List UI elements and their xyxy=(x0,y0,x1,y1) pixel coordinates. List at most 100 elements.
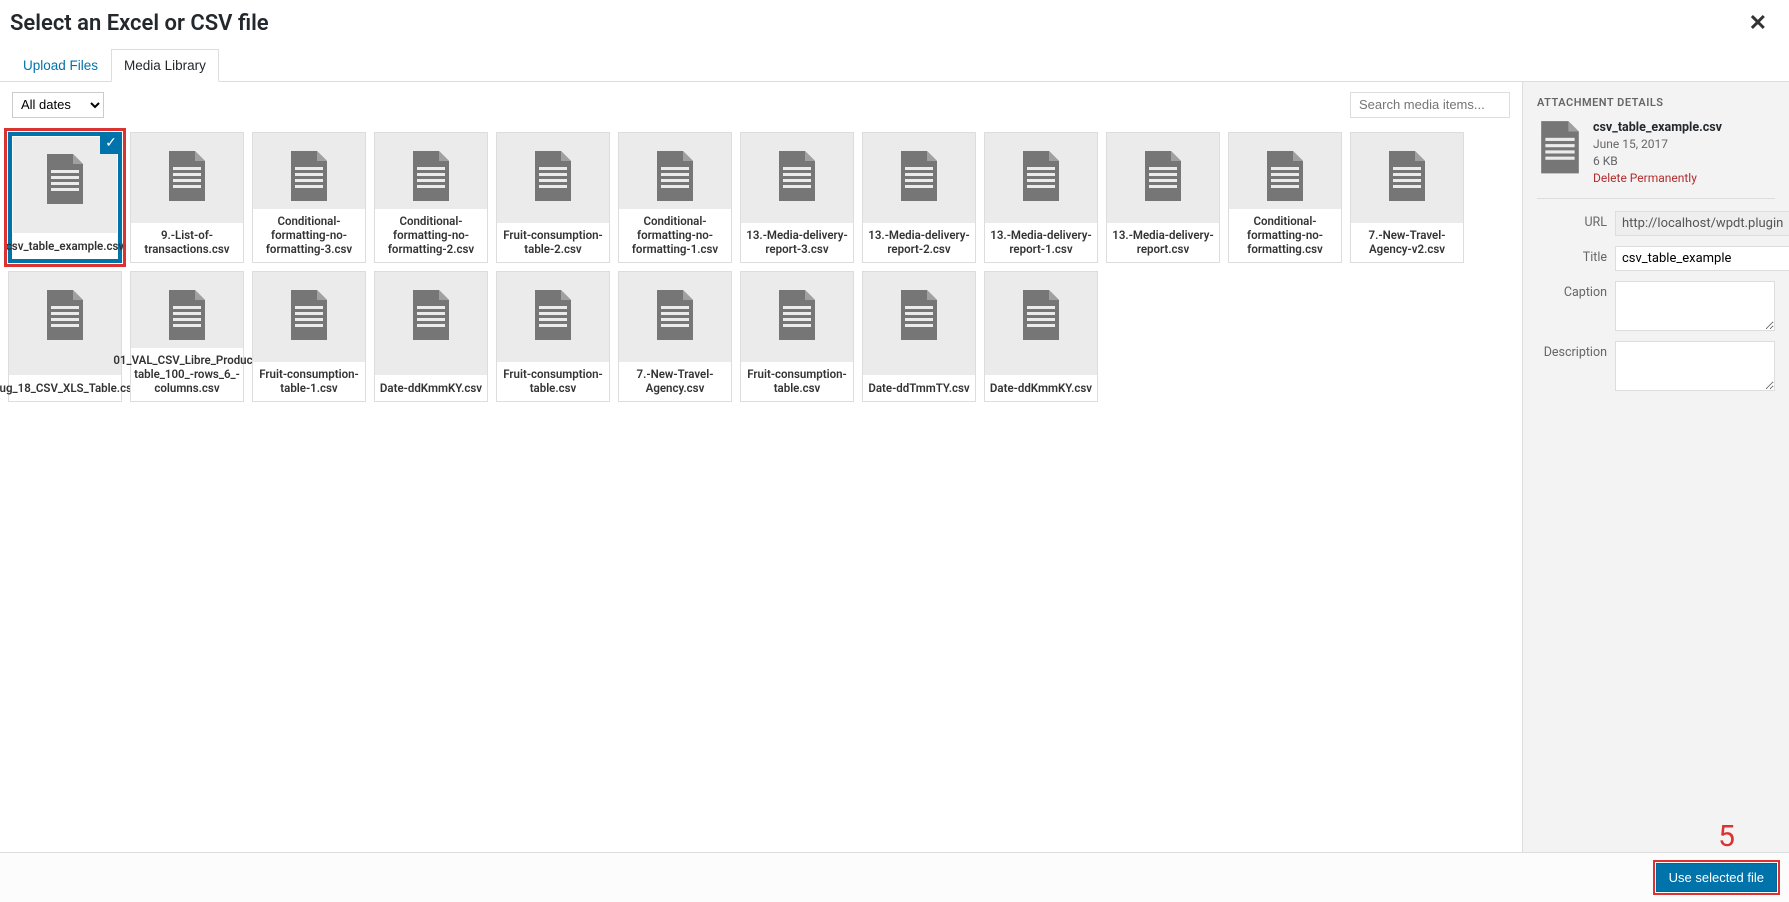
document-icon xyxy=(43,152,87,206)
caption-field[interactable] xyxy=(1615,281,1775,331)
document-icon xyxy=(1537,119,1583,175)
item-filename: 13.-Media-delivery-report.csv xyxy=(1107,223,1219,262)
item-icon-wrap xyxy=(375,133,487,209)
use-selected-file-button[interactable]: Use selected file xyxy=(1656,863,1777,892)
item-filename: Date-ddTmmTY.csv xyxy=(863,375,975,401)
description-field[interactable] xyxy=(1615,341,1775,391)
document-icon xyxy=(1385,149,1429,203)
media-item[interactable]: Date-ddKmmKY.csv xyxy=(374,271,488,402)
item-filename: 13.-Media-delivery-report-1.csv xyxy=(985,223,1097,262)
media-item[interactable]: Fruit-consumption-table.csv xyxy=(740,271,854,402)
media-item[interactable]: Conditional-formatting-no-formatting-1.c… xyxy=(618,132,732,263)
item-filename: 13.-Media-delivery-report-3.csv xyxy=(741,223,853,262)
item-filename: Conditional-formatting-no-formatting-1.c… xyxy=(619,209,731,262)
media-item[interactable]: Date-ddTmmTY.csv xyxy=(862,271,976,402)
media-item[interactable]: 7.-New-Travel-Agency.csv xyxy=(618,271,732,402)
tab-bar: Upload Files Media Library xyxy=(0,49,1789,82)
item-filename: 13.-Media-delivery-report-2.csv xyxy=(863,223,975,262)
media-item[interactable]: Fruit-consumption-table-1.csv xyxy=(252,271,366,402)
item-icon-wrap xyxy=(253,133,365,209)
document-icon xyxy=(409,149,453,203)
item-icon-wrap xyxy=(863,272,975,348)
item-icon-wrap xyxy=(1107,133,1219,209)
media-item[interactable]: Conditional-formatting-no-formatting.csv xyxy=(1228,132,1342,263)
item-filename: 9.-List-of-transactions.csv xyxy=(131,223,243,262)
url-field[interactable] xyxy=(1615,211,1789,236)
item-icon-wrap xyxy=(9,272,121,348)
document-icon xyxy=(43,288,87,342)
media-item[interactable]: ✓ csv_table_example.csv xyxy=(8,132,122,263)
document-icon xyxy=(653,288,697,342)
item-icon-wrap xyxy=(985,133,1097,209)
item-icon-wrap xyxy=(497,133,609,209)
item-icon-wrap xyxy=(619,133,731,209)
document-icon xyxy=(1263,149,1307,203)
item-filename: 7.-New-Travel-Agency-v2.csv xyxy=(1351,223,1463,262)
item-icon-wrap xyxy=(1351,133,1463,209)
tab-media-library[interactable]: Media Library xyxy=(111,49,219,82)
media-item[interactable]: Date-ddKmmKY.csv xyxy=(984,271,1098,402)
item-filename: Fruit-consumption-table-1.csv xyxy=(253,362,365,401)
annotation-number: 5 xyxy=(1718,819,1735,854)
attachment-thumb xyxy=(1537,119,1583,175)
item-icon-wrap xyxy=(619,272,731,348)
search-input[interactable] xyxy=(1350,92,1510,118)
document-icon xyxy=(531,149,575,203)
media-item[interactable]: 9.-List-of-transactions.csv xyxy=(130,132,244,263)
document-icon xyxy=(287,288,331,342)
date-filter-select[interactable]: All dates xyxy=(12,92,104,118)
media-item[interactable]: Fruit-consumption-table.csv xyxy=(496,271,610,402)
item-icon-wrap xyxy=(1229,133,1341,209)
item-filename: Conditional-formatting-no-formatting-3.c… xyxy=(253,209,365,262)
document-icon xyxy=(775,149,819,203)
media-item[interactable]: 13.-Media-delivery-report-3.csv xyxy=(740,132,854,263)
item-icon-wrap xyxy=(131,133,243,209)
document-icon xyxy=(1141,149,1185,203)
description-label: Description xyxy=(1537,341,1615,360)
item-icon-wrap xyxy=(741,133,853,209)
media-item[interactable]: 7.-New-Travel-Agency-v2.csv xyxy=(1350,132,1464,263)
close-button[interactable]: ✕ xyxy=(1743,10,1773,36)
item-filename: 7.-New-Travel-Agency.csv xyxy=(619,362,731,401)
media-item[interactable]: Conditional-formatting-no-formatting-3.c… xyxy=(252,132,366,263)
media-grid: ✓ csv_table_example.csv 9.-List-of-trans… xyxy=(0,128,1522,852)
item-icon-wrap xyxy=(741,272,853,348)
document-icon xyxy=(165,149,209,203)
item-icon-wrap xyxy=(375,272,487,348)
title-field[interactable] xyxy=(1615,246,1789,271)
item-filename: Date-ddKmmKY.csv xyxy=(985,375,1097,401)
item-filename: Conditional-formatting-no-formatting-2.c… xyxy=(375,209,487,262)
document-icon xyxy=(531,288,575,342)
item-icon-wrap xyxy=(863,133,975,209)
modal-title: Select an Excel or CSV file xyxy=(10,10,269,39)
media-item[interactable]: 13.-Media-delivery-report-2.csv xyxy=(862,132,976,263)
item-filename: Conditional-formatting-no-formatting.csv xyxy=(1229,209,1341,262)
item-filename: Bug_18_CSV_XLS_Table.csv xyxy=(9,375,121,401)
media-item[interactable]: Conditional-formatting-no-formatting-2.c… xyxy=(374,132,488,263)
document-icon xyxy=(1019,149,1063,203)
close-icon: ✕ xyxy=(1749,10,1767,35)
media-item[interactable]: 13.-Media-delivery-report-1.csv xyxy=(984,132,1098,263)
attachment-filename: csv_table_example.csv xyxy=(1593,119,1722,137)
document-icon xyxy=(897,288,941,342)
item-filename: Fruit-consumption-table-2.csv xyxy=(497,223,609,262)
media-item[interactable]: 01_VAL_CSV_Libre_Product-table_100_-rows… xyxy=(130,271,244,402)
document-icon xyxy=(775,288,819,342)
delete-permanently-link[interactable]: Delete Permanently xyxy=(1593,170,1722,187)
details-heading: ATTACHMENT DETAILS xyxy=(1537,96,1775,109)
document-icon xyxy=(1019,288,1063,342)
url-label: URL xyxy=(1537,211,1615,230)
item-filename: 01_VAL_CSV_Libre_Product-table_100_-rows… xyxy=(131,348,243,401)
caption-label: Caption xyxy=(1537,281,1615,300)
selected-check-icon: ✓ xyxy=(100,132,122,154)
tab-upload-files[interactable]: Upload Files xyxy=(10,49,111,82)
document-icon xyxy=(897,149,941,203)
item-icon-wrap xyxy=(131,272,243,348)
media-item[interactable]: Fruit-consumption-table-2.csv xyxy=(496,132,610,263)
item-icon-wrap xyxy=(497,272,609,348)
item-filename: Date-ddKmmKY.csv xyxy=(375,375,487,401)
attachment-details-panel: ATTACHMENT DETAILS csv_table_example.csv… xyxy=(1522,82,1789,852)
media-item[interactable]: Bug_18_CSV_XLS_Table.csv xyxy=(8,271,122,402)
media-item[interactable]: 13.-Media-delivery-report.csv xyxy=(1106,132,1220,263)
document-icon xyxy=(409,288,453,342)
